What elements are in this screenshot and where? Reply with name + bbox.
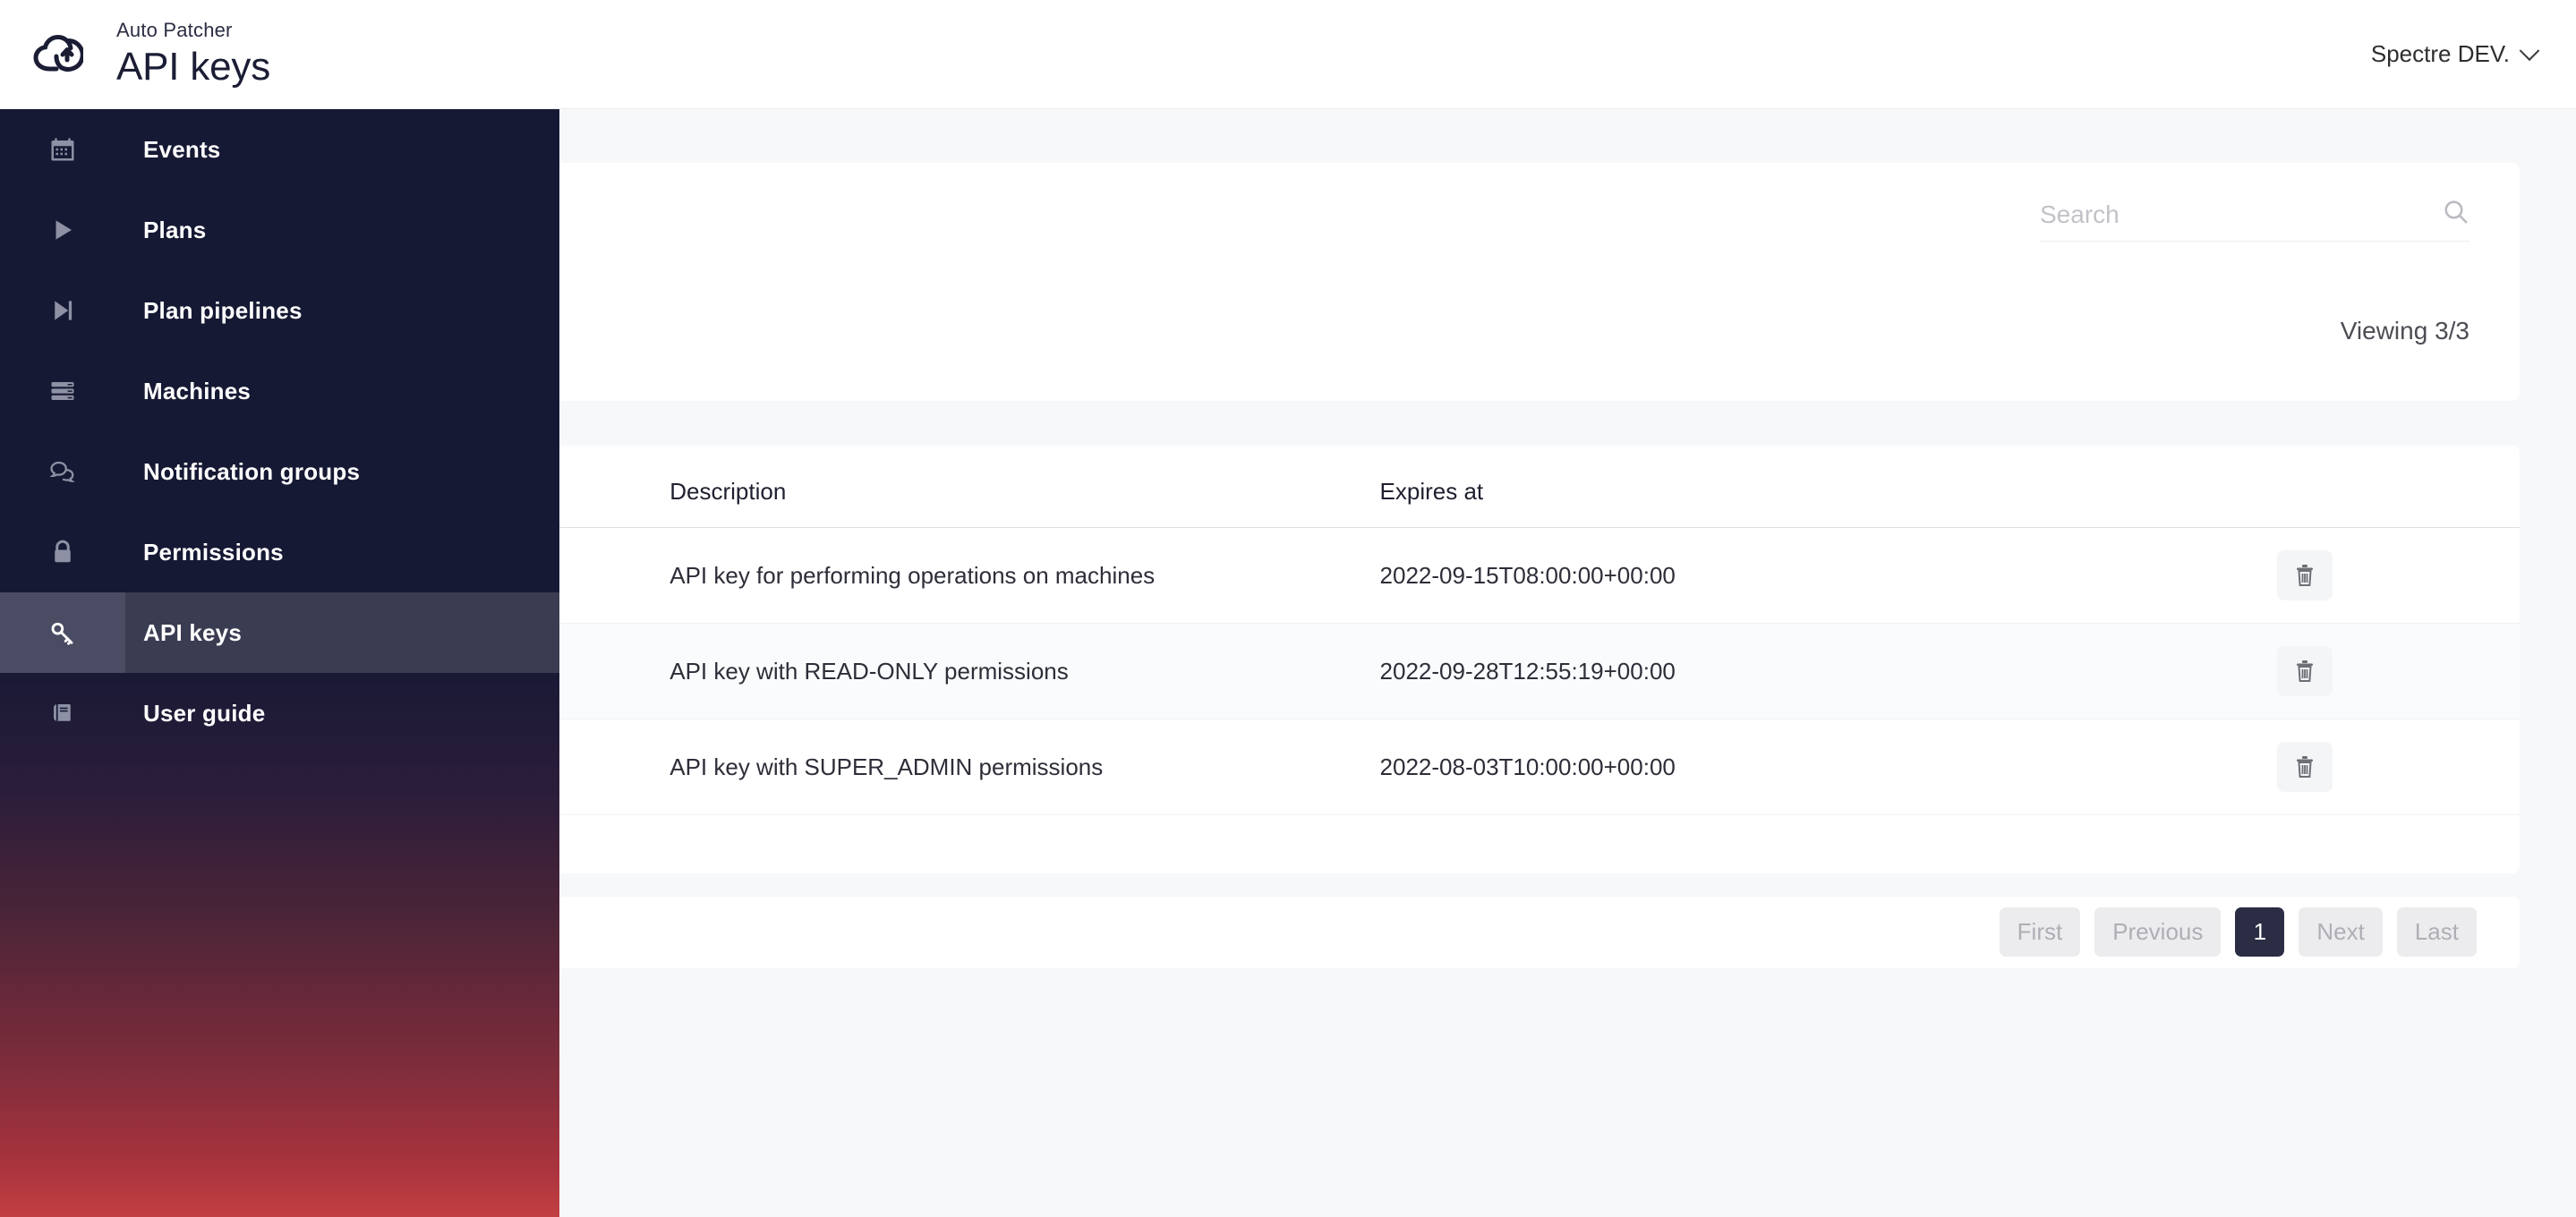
pagination-page-1-button[interactable]: 1	[2235, 907, 2285, 957]
chat-bubbles-icon	[49, 458, 76, 485]
column-header-description: Description	[670, 446, 1380, 528]
sidebar-item-events[interactable]: Events	[0, 109, 559, 190]
lock-icon	[49, 539, 76, 566]
sidebar-icon-cell	[0, 592, 125, 673]
sidebar-item-label: Plans	[143, 216, 207, 243]
pagination: First Previous 1 Next Last	[1999, 907, 2477, 957]
sidebar-label-cell: Plans	[125, 190, 559, 270]
sidebar-item-user-guide[interactable]: User guide	[0, 673, 559, 753]
sidebar-icon-cell	[0, 190, 125, 270]
sidebar-item-label: API keys	[143, 618, 243, 646]
trash-icon	[2294, 660, 2316, 683]
sidebar-label-cell: Machines	[125, 351, 559, 431]
cell-description: API key with SUPER_ADMIN permissions	[670, 719, 1380, 815]
delete-api-key-button[interactable]	[2276, 742, 2333, 792]
column-header-expires-at: Expires at	[1379, 446, 2239, 528]
sidebar-item-permissions[interactable]: Permissions	[0, 512, 559, 592]
skip-forward-icon	[49, 297, 76, 324]
server-icon	[49, 378, 76, 404]
calendar-icon	[49, 136, 76, 163]
sidebar: Events Plans Plan pipelines Machines Not…	[0, 109, 559, 1217]
sidebar-item-label: User guide	[143, 699, 266, 727]
pagination-previous-button[interactable]: Previous	[2094, 907, 2222, 957]
sidebar-item-label: Machines	[143, 377, 252, 404]
sidebar-item-plan-pipelines[interactable]: Plan pipelines	[0, 270, 559, 351]
cell-actions	[2239, 719, 2520, 815]
sidebar-icon-cell	[0, 431, 125, 512]
org-menu-label: Spectre DEV.	[2370, 40, 2510, 67]
book-icon	[49, 700, 76, 727]
sidebar-label-cell: API keys	[125, 592, 559, 673]
pagination-last-button[interactable]: Last	[2396, 907, 2477, 957]
trash-icon	[2294, 564, 2316, 587]
sidebar-item-label: Plan pipelines	[143, 296, 303, 324]
sidebar-item-label: Permissions	[143, 538, 284, 566]
key-icon	[49, 619, 76, 646]
sidebar-item-label: Events	[143, 135, 221, 163]
cell-description: API key with READ-ONLY permissions	[670, 623, 1380, 719]
sidebar-label-cell: User guide	[125, 673, 559, 753]
play-icon	[49, 217, 76, 243]
cell-actions	[2239, 623, 2520, 719]
trash-icon	[2294, 755, 2316, 779]
cell-actions	[2239, 527, 2520, 624]
search-row	[2040, 199, 2469, 242]
pagination-next-button[interactable]: Next	[2299, 907, 2383, 957]
title-block: Auto Patcher API keys	[116, 18, 270, 89]
sidebar-icon-cell	[0, 270, 125, 351]
sidebar-icon-cell	[0, 109, 125, 190]
chevron-down-icon	[2519, 39, 2540, 61]
sidebar-label-cell: Notification groups	[125, 431, 559, 512]
app-logo[interactable]	[0, 33, 116, 76]
delete-api-key-button[interactable]	[2276, 550, 2333, 600]
cloud-upload-icon	[33, 33, 83, 76]
sidebar-item-label: Notification groups	[143, 457, 361, 485]
org-menu[interactable]: Spectre DEV.	[2370, 39, 2540, 68]
sidebar-icon-cell	[0, 351, 125, 431]
viewing-count: Viewing 3/3	[2340, 317, 2469, 345]
search-input[interactable]	[2040, 200, 2428, 229]
cell-expires-at: 2022-09-28T12:55:19+00:00	[1379, 623, 2239, 719]
delete-api-key-button[interactable]	[2276, 646, 2333, 696]
cell-expires-at: 2022-09-15T08:00:00+00:00	[1379, 527, 2239, 624]
pagination-first-button[interactable]: First	[1999, 907, 2081, 957]
page-title: API keys	[116, 44, 271, 89]
column-header-actions	[2239, 446, 2520, 528]
cell-expires-at: 2022-08-03T10:00:00+00:00	[1379, 719, 2239, 815]
sidebar-item-api-keys[interactable]: API keys	[0, 592, 559, 673]
sidebar-icon-cell	[0, 512, 125, 592]
search-icon[interactable]	[2443, 199, 2469, 230]
cell-description: API key for performing operations on mac…	[670, 527, 1380, 624]
sidebar-label-cell: Permissions	[125, 512, 559, 592]
sidebar-icon-cell	[0, 673, 125, 753]
app-name: Auto Patcher	[116, 19, 233, 42]
sidebar-item-machines[interactable]: Machines	[0, 351, 559, 431]
sidebar-label-cell: Plan pipelines	[125, 270, 559, 351]
sidebar-item-plans[interactable]: Plans	[0, 190, 559, 270]
top-bar: Auto Patcher API keys Spectre DEV.	[0, 0, 2576, 109]
sidebar-item-notification-groups[interactable]: Notification groups	[0, 431, 559, 512]
sidebar-label-cell: Events	[125, 109, 559, 190]
